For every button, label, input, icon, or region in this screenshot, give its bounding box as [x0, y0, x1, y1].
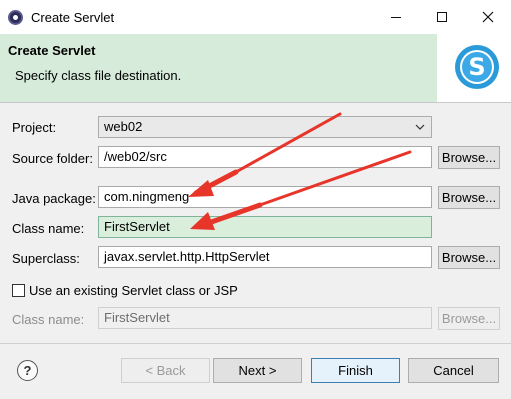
existing-class-browse-button[interactable]: Browse... — [438, 307, 500, 330]
logo-area: S — [437, 34, 511, 102]
source-folder-browse-button[interactable]: Browse... — [438, 146, 500, 169]
finish-button[interactable]: Finish — [311, 358, 400, 383]
banner-title: Create Servlet — [8, 43, 96, 58]
title-bar: Create Servlet — [0, 0, 511, 34]
java-package-label: Java package: — [12, 191, 96, 206]
source-folder-label: Source folder: — [12, 151, 93, 166]
source-folder-input[interactable]: /web02/src — [98, 146, 432, 168]
next-button[interactable]: Next > — [213, 358, 302, 383]
help-icon[interactable]: ? — [17, 360, 38, 381]
project-select[interactable]: web02 — [98, 116, 432, 138]
svg-text:S: S — [468, 53, 485, 81]
wizard-banner: Create Servlet Specify class file destin… — [0, 34, 511, 102]
eclipse-icon — [8, 10, 23, 25]
java-package-browse-button[interactable]: Browse... — [438, 186, 500, 209]
back-button[interactable]: < Back — [121, 358, 210, 383]
banner-background: Create Servlet Specify class file destin… — [0, 34, 437, 102]
java-package-input[interactable]: com.ningmeng — [98, 186, 432, 208]
maximize-button[interactable] — [419, 0, 465, 34]
cancel-button[interactable]: Cancel — [408, 358, 499, 383]
close-icon — [482, 11, 494, 23]
existing-servlet-checkbox[interactable] — [12, 284, 25, 297]
existing-servlet-option[interactable]: Use an existing Servlet class or JSP — [12, 283, 238, 298]
window-title: Create Servlet — [31, 10, 115, 25]
superclass-label: Superclass: — [12, 251, 80, 266]
superclass-input[interactable]: javax.servlet.http.HttpServlet — [98, 246, 432, 268]
servlet-logo-icon: S — [455, 45, 499, 89]
project-label: Project: — [12, 120, 57, 135]
button-bar-divider — [0, 343, 511, 344]
existing-class-name-input[interactable]: FirstServlet — [98, 307, 432, 329]
maximize-icon — [437, 12, 447, 22]
existing-class-name-label: Class name: — [12, 312, 85, 327]
minimize-icon — [391, 16, 401, 18]
close-button[interactable] — [465, 0, 511, 34]
superclass-browse-button[interactable]: Browse... — [438, 246, 500, 269]
existing-servlet-label: Use an existing Servlet class or JSP — [29, 283, 238, 298]
class-name-label: Class name: — [12, 221, 85, 236]
banner-description: Specify class file destination. — [15, 68, 182, 83]
chevron-down-icon — [415, 124, 425, 130]
banner-divider — [0, 102, 511, 103]
project-value: web02 — [104, 119, 143, 134]
create-servlet-dialog: Create Servlet Create Servlet Specify cl… — [0, 0, 511, 399]
minimize-button[interactable] — [373, 0, 419, 34]
class-name-input[interactable]: FirstServlet — [98, 216, 432, 238]
